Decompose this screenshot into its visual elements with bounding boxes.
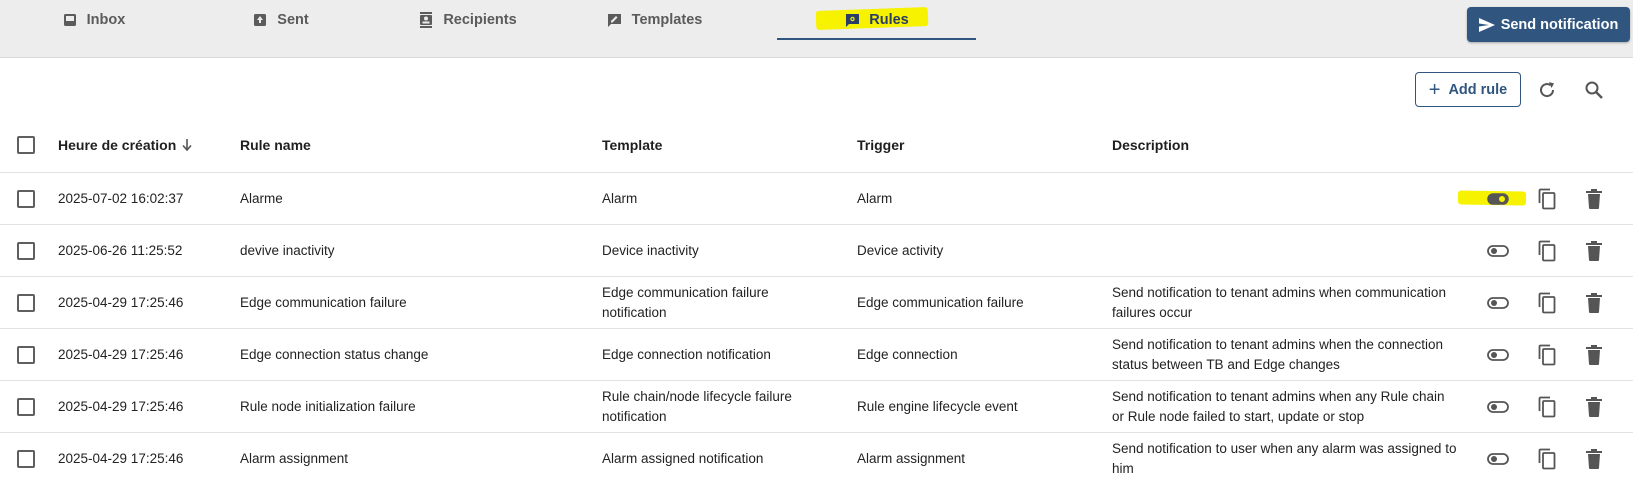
row-checkbox[interactable]: [17, 293, 35, 312]
row-checkbox[interactable]: [17, 345, 35, 364]
cell-trigger: Device activity: [857, 242, 944, 258]
cell-rule-name: Alarm assignment: [240, 450, 349, 466]
cell-template: Alarm assigned notification: [602, 450, 764, 466]
header-date-label: Heure de création: [58, 137, 177, 153]
tab-label: Inbox: [86, 12, 126, 28]
header-rule-name: Rule name: [240, 137, 311, 153]
copy-icon[interactable]: [1535, 343, 1559, 367]
cell-rule-name: devive inactivity: [240, 242, 335, 258]
cell-description: Send notification to tenant admins when …: [1112, 388, 1445, 424]
cell-trigger: Alarm assignment: [857, 450, 966, 466]
cell-trigger: Edge connection: [857, 346, 958, 362]
send-notification-label: Send notification: [1500, 16, 1619, 33]
tab-label: Templates: [631, 12, 703, 28]
toggle-off-icon[interactable]: [1486, 239, 1510, 263]
copy-icon[interactable]: [1535, 395, 1559, 419]
select-all-checkbox[interactable]: [17, 136, 35, 154]
cell-trigger: Rule engine lifecycle event: [857, 398, 1018, 414]
delete-icon[interactable]: [1582, 239, 1606, 263]
send-notification-button[interactable]: Send notification: [1467, 7, 1630, 42]
header-trigger: Trigger: [857, 137, 905, 153]
recipients-icon: [418, 12, 434, 28]
delete-icon[interactable]: [1582, 395, 1606, 419]
add-rule-label: Add rule: [1448, 81, 1508, 98]
delete-icon[interactable]: [1582, 447, 1606, 471]
cell-template: Edge connection notification: [602, 346, 771, 362]
toggle-off-icon[interactable]: [1486, 447, 1510, 471]
cell-description: Send notification to tenant admins when …: [1112, 336, 1443, 372]
tab-label: Sent: [277, 12, 309, 28]
toggle-off-icon[interactable]: [1486, 395, 1510, 419]
row-checkbox[interactable]: [17, 449, 35, 468]
cell-template: Edge communication failure notification: [602, 284, 769, 320]
delete-icon[interactable]: [1582, 343, 1606, 367]
toggle-off-icon[interactable]: [1486, 343, 1510, 367]
toggle-on-icon[interactable]: [1486, 187, 1510, 211]
header-date[interactable]: Heure de création: [58, 118, 192, 172]
cell-description: [1112, 173, 1457, 224]
tab-label: Recipients: [443, 12, 517, 28]
cell-description: Send notification to user when any alarm…: [1112, 440, 1457, 476]
table-row[interactable]: 2025-07-02 16:02:37 Alarme Alarm Alarm: [0, 173, 1633, 225]
cell-date: 2025-04-29 17:25:46: [58, 398, 184, 414]
row-checkbox[interactable]: [17, 241, 35, 260]
cell-date: 2025-06-26 11:25:52: [58, 242, 183, 258]
header-description: Description: [1112, 137, 1190, 153]
rules-icon: [844, 12, 860, 28]
rules-table: Heure de création Rule name Template Tri…: [0, 118, 1633, 484]
table-row[interactable]: 2025-06-26 11:25:52 devive inactivity De…: [0, 225, 1633, 277]
sent-icon: [252, 12, 268, 28]
cell-date: 2025-07-02 16:02:37: [58, 190, 184, 206]
cell-date: 2025-04-29 17:25:46: [58, 450, 184, 466]
toggle-off-icon[interactable]: [1486, 291, 1510, 315]
delete-icon[interactable]: [1582, 187, 1606, 211]
table-row[interactable]: 2025-04-29 17:25:46 Edge communication f…: [0, 277, 1633, 329]
cell-description: Send notification to tenant admins when …: [1112, 284, 1446, 320]
cell-rule-name: Rule node initialization failure: [240, 398, 416, 414]
table-header: Heure de création Rule name Template Tri…: [0, 118, 1633, 173]
cell-template: Device inactivity: [602, 242, 699, 258]
search-icon[interactable]: [1582, 78, 1606, 102]
copy-icon[interactable]: [1535, 447, 1559, 471]
row-checkbox[interactable]: [17, 397, 35, 416]
plus-icon: +: [1428, 78, 1441, 101]
sort-arrow-down-icon: [182, 139, 192, 151]
copy-icon[interactable]: [1535, 239, 1559, 263]
cell-trigger: Edge communication failure: [857, 294, 1024, 310]
refresh-icon[interactable]: [1535, 78, 1559, 102]
tab-inbox[interactable]: Inbox: [0, 0, 187, 40]
cell-template: Alarm: [602, 190, 638, 206]
send-icon: [1478, 17, 1495, 32]
cell-rule-name: Alarme: [240, 190, 283, 206]
copy-icon[interactable]: [1535, 187, 1559, 211]
table-row[interactable]: 2025-04-29 17:25:46 Alarm assignment Ala…: [0, 433, 1633, 484]
cell-date: 2025-04-29 17:25:46: [58, 294, 184, 310]
cell-description: [1112, 225, 1457, 276]
tab-label: Rules: [869, 12, 909, 28]
tab-sent[interactable]: Sent: [187, 0, 374, 40]
cell-template: Rule chain/node lifecycle failure notifi…: [602, 388, 792, 424]
inbox-icon: [62, 12, 78, 28]
tab-templates[interactable]: Templates: [561, 0, 748, 40]
tab-rules[interactable]: Rules: [777, 0, 976, 40]
header-template: Template: [602, 137, 663, 153]
copy-icon[interactable]: [1535, 291, 1559, 315]
cell-date: 2025-04-29 17:25:46: [58, 346, 184, 362]
cell-rule-name: Edge connection status change: [240, 346, 429, 362]
add-rule-button[interactable]: + Add rule: [1415, 72, 1521, 107]
tab-bar: Inbox Sent Recipients Templates Rules Se…: [0, 0, 1633, 57]
table-row[interactable]: 2025-04-29 17:25:46 Edge connection stat…: [0, 329, 1633, 381]
table-row[interactable]: 2025-04-29 17:25:46 Rule node initializa…: [0, 381, 1633, 433]
tab-recipients[interactable]: Recipients: [374, 0, 561, 40]
cell-trigger: Alarm: [857, 190, 893, 206]
rules-panel: + Add rule Heure de création Rule name T…: [0, 57, 1633, 484]
templates-icon: [607, 12, 623, 28]
row-checkbox[interactable]: [17, 189, 35, 208]
delete-icon[interactable]: [1582, 291, 1606, 315]
cell-rule-name: Edge communication failure: [240, 294, 407, 310]
